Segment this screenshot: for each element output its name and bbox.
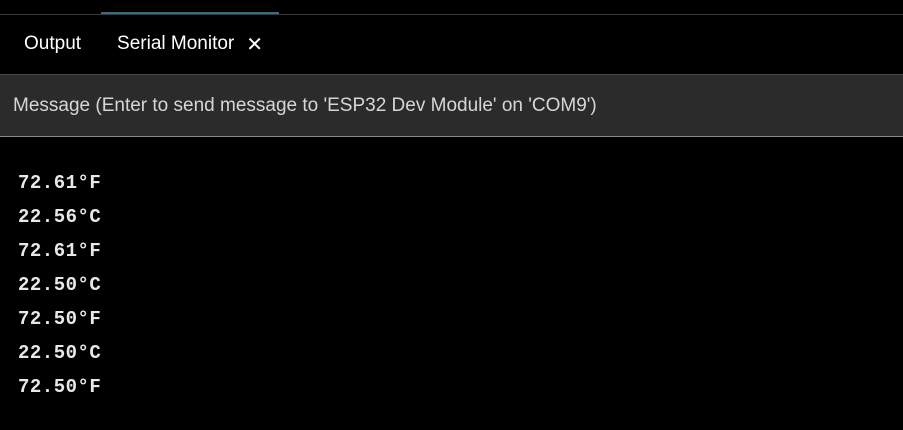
tab-output-label: Output bbox=[24, 33, 82, 54]
output-line: 72.50°F bbox=[18, 376, 102, 398]
serial-output-list: 72.61°F 22.56°C 72.61°F 22.50°C 72.50°F … bbox=[0, 138, 903, 404]
tab-serial-monitor-label: Serial Monitor bbox=[117, 33, 235, 54]
tab-serial-monitor[interactable]: Serial Monitor ✕ bbox=[101, 12, 280, 73]
output-line: 22.50°C bbox=[18, 274, 102, 296]
output-line: 22.50°C bbox=[18, 342, 102, 364]
message-input[interactable] bbox=[0, 75, 903, 136]
output-line: 22.56°C bbox=[18, 206, 102, 228]
tab-output[interactable]: Output bbox=[0, 15, 101, 73]
active-tab-indicator bbox=[101, 12, 280, 14]
output-line: 72.50°F bbox=[18, 308, 102, 330]
close-icon[interactable]: ✕ bbox=[246, 35, 263, 55]
serial-output-area[interactable]: 72.61°F 22.56°C 72.61°F 22.50°C 72.50°F … bbox=[0, 138, 903, 430]
message-bar bbox=[0, 74, 903, 137]
serial-monitor-panel: Output Serial Monitor ✕ 72.61°F 22.56°C … bbox=[0, 0, 903, 430]
tab-bar: Output Serial Monitor ✕ bbox=[0, 12, 903, 73]
output-line: 72.61°F bbox=[18, 240, 102, 262]
output-line: 72.61°F bbox=[18, 172, 102, 194]
